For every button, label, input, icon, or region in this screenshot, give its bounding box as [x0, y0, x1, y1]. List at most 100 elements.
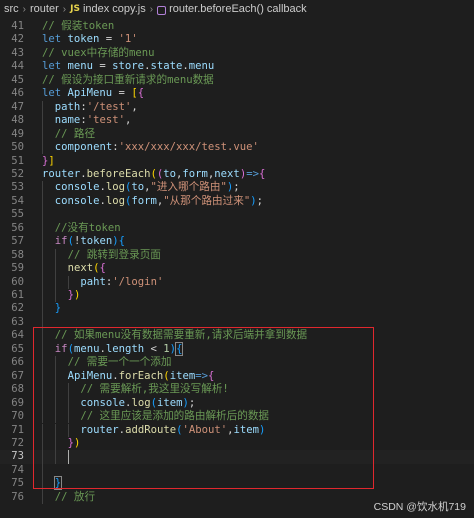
code-text: // 假设为接口重新请求的menu数据 — [42, 74, 214, 87]
code-line[interactable]: 64 // 如果menu没有数据需要重新,请求后端并拿到数据 — [0, 329, 474, 343]
indent-guide — [54, 356, 56, 370]
line-number: 48 — [11, 114, 24, 127]
code-line[interactable]: 51}] — [0, 155, 474, 168]
indent-guide — [54, 450, 56, 464]
chevron-right-icon: › — [62, 3, 67, 15]
code-line[interactable]: 48 name:'test', — [0, 114, 474, 128]
code-line[interactable]: 75} — [0, 476, 474, 491]
code-text: // 需要一个一个添加 — [68, 356, 172, 369]
code-line[interactable]: 62} — [0, 302, 474, 316]
code-line[interactable]: 59 next({ — [0, 262, 474, 276]
code-line[interactable]: 69 console.log(item); — [0, 396, 474, 411]
code-line[interactable]: 50 component:'xxx/xxx/xxx/test.vue' — [0, 141, 474, 155]
code-token: , — [131, 100, 138, 113]
code-line[interactable]: 61}) — [0, 289, 474, 303]
indent-guide — [54, 275, 56, 289]
code-line[interactable]: 46 let ApiMenu = [{ — [0, 87, 474, 100]
indent-guide — [42, 396, 43, 411]
code-token: next — [67, 262, 94, 275]
breadcrumb: src › router › JS index copy.js › router… — [0, 0, 474, 18]
code-line[interactable]: 57 if(!token){ — [0, 235, 474, 249]
code-line[interactable]: 53 console.log(to,"进入哪个路由"); — [0, 181, 474, 195]
indent-guide — [67, 396, 69, 411]
code-line[interactable]: 55 — [0, 208, 474, 222]
line-number: 69 — [11, 396, 24, 409]
line-number: 43 — [11, 46, 24, 59]
code-token: console — [54, 181, 100, 194]
code-text: } — [53, 476, 63, 491]
breadcrumb-router[interactable]: router — [30, 3, 59, 15]
code-line[interactable]: 56 //没有token — [0, 221, 474, 236]
line-number: 67 — [11, 369, 24, 382]
code-line[interactable]: 67 ApiMenu.forEach(item=>{ — [0, 369, 474, 384]
code-token: menu — [67, 60, 94, 73]
line-number: 51 — [11, 154, 24, 167]
breadcrumb-src[interactable]: src — [4, 3, 19, 15]
line-number: 65 — [11, 342, 24, 355]
code-token: if — [54, 342, 68, 355]
indent-guide — [54, 423, 56, 437]
code-token: // 这里应该是添加的路由解析后的数据 — [80, 410, 270, 423]
indent-guide — [42, 289, 43, 303]
code-text: // 跳转到登录页面 — [68, 249, 161, 262]
code-token: name — [54, 114, 81, 127]
code-editor[interactable]: 41 // 假装token 42 let token = '1' 43 // vuex中存… — [0, 20, 474, 518]
code-line[interactable]: 45 // 假设为接口重新请求的menu数据 — [0, 74, 474, 87]
line-number: 53 — [11, 181, 24, 194]
code-token: forEach — [118, 369, 164, 382]
code-line[interactable]: 63 — [0, 315, 474, 330]
line-number: 72 — [11, 436, 24, 449]
indent-guide — [42, 221, 43, 236]
indent-guide — [42, 329, 43, 343]
method-symbol-icon — [157, 5, 167, 15]
code-token: } — [54, 302, 62, 315]
code-token: to — [131, 181, 145, 194]
code-text: let ApiMenu = [{ — [42, 87, 144, 100]
code-token: 'xxx/xxx/xxx/test.vue' — [118, 141, 259, 154]
indent-guide — [42, 275, 43, 289]
code-line[interactable]: 60 paht:'/login' — [0, 275, 474, 289]
code-line[interactable]: 65 if(menu.length < 1){ — [0, 341, 474, 357]
code-token: // 跳转到登录页面 — [67, 248, 161, 261]
code-token: '/test' — [86, 100, 132, 113]
line-number: 59 — [11, 262, 24, 275]
code-line[interactable]: 71 router.addRoute('About',item) — [0, 423, 474, 437]
code-line[interactable]: 58 // 跳转到登录页面 — [0, 248, 474, 263]
code-token: router — [42, 167, 81, 180]
line-number: 71 — [11, 423, 24, 436]
indent-guide — [42, 235, 43, 249]
code-text: // 放行 — [55, 491, 95, 504]
indent-guide — [42, 463, 43, 478]
line-number: 73 — [11, 450, 24, 463]
code-text: // 路径 — [55, 128, 95, 141]
code-line[interactable]: 74 — [0, 463, 474, 478]
code-token: menu — [188, 60, 215, 73]
code-line[interactable]: 70 // 这里应该是添加的路由解析后的数据 — [0, 410, 474, 424]
code-token: ; — [188, 396, 196, 409]
code-line[interactable]: 52 router.beforeEach((to,form,next)=>{ — [0, 168, 474, 181]
code-line[interactable]: 47 path:'/test', — [0, 100, 474, 115]
line-number: 55 — [11, 208, 24, 221]
code-token: < — [144, 342, 164, 355]
code-line[interactable]: 72}) — [0, 436, 474, 451]
code-line[interactable]: 66 // 需要一个一个添加 — [0, 356, 474, 370]
code-line[interactable]: 73 — [0, 450, 474, 465]
code-line[interactable]: 42 let token = '1' — [0, 33, 474, 46]
code-token: // 路径 — [54, 127, 96, 140]
breadcrumb-symbol[interactable]: router.beforeEach() callback — [169, 3, 307, 15]
code-line[interactable]: 54 console.log(form,"从那个路由过来"); — [0, 194, 474, 209]
code-text: // 这里应该是添加的路由解析后的数据 — [80, 410, 269, 423]
indent-guide — [42, 315, 43, 330]
code-line[interactable]: 49 // 路径 — [0, 127, 474, 142]
code-line[interactable]: 41 // 假装token — [0, 20, 474, 33]
indent-guide — [54, 410, 56, 424]
line-number: 74 — [11, 463, 24, 476]
code-line[interactable]: 44 let menu = store.state.menu — [0, 60, 474, 73]
line-number: 45 — [11, 73, 24, 86]
code-line[interactable]: 68 // 需要解析,我这里没写解析! — [0, 383, 474, 397]
code-token: console — [54, 194, 100, 207]
indent-guide — [42, 423, 43, 437]
code-token: 'test' — [86, 114, 125, 127]
code-line[interactable]: 43 // vuex中存储的menu — [0, 47, 474, 60]
breadcrumb-file[interactable]: index copy.js — [83, 3, 146, 15]
